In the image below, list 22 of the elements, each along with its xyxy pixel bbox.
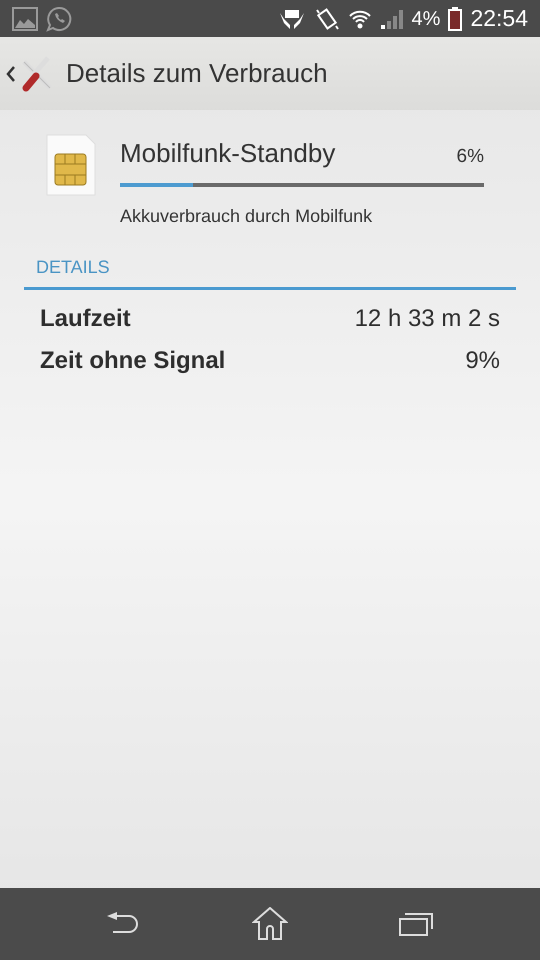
usage-percent: 6%: [456, 145, 484, 169]
detail-label: Laufzeit: [40, 304, 131, 334]
screen-title: Details zum Verbrauch: [66, 57, 328, 90]
section-header: DETAILS: [36, 257, 110, 277]
recent-apps-icon: [398, 911, 435, 937]
signal-icon: [380, 8, 404, 30]
detail-label: Zeit ohne Signal: [40, 346, 226, 376]
usage-description: Akkuverbrauch durch Mobilfunk: [120, 205, 374, 228]
battery-icon: [448, 6, 462, 30]
gallery-icon: [12, 6, 38, 30]
usage-title: Mobilfunk-Standby: [120, 137, 336, 170]
vibrate-icon: [314, 6, 340, 32]
home-button[interactable]: [252, 907, 288, 941]
recent-apps-button[interactable]: [398, 911, 435, 937]
chat-bubble-icon: [46, 6, 72, 32]
detail-value: 9%: [465, 346, 500, 376]
detail-value: 12 h 33 m 2 s: [354, 304, 500, 334]
back-chevron-icon: [6, 64, 16, 82]
sim-card-icon: [46, 134, 96, 196]
home-icon: [252, 907, 288, 941]
battery-percent: 4%: [412, 6, 440, 32]
clock: 22:54: [470, 4, 528, 34]
